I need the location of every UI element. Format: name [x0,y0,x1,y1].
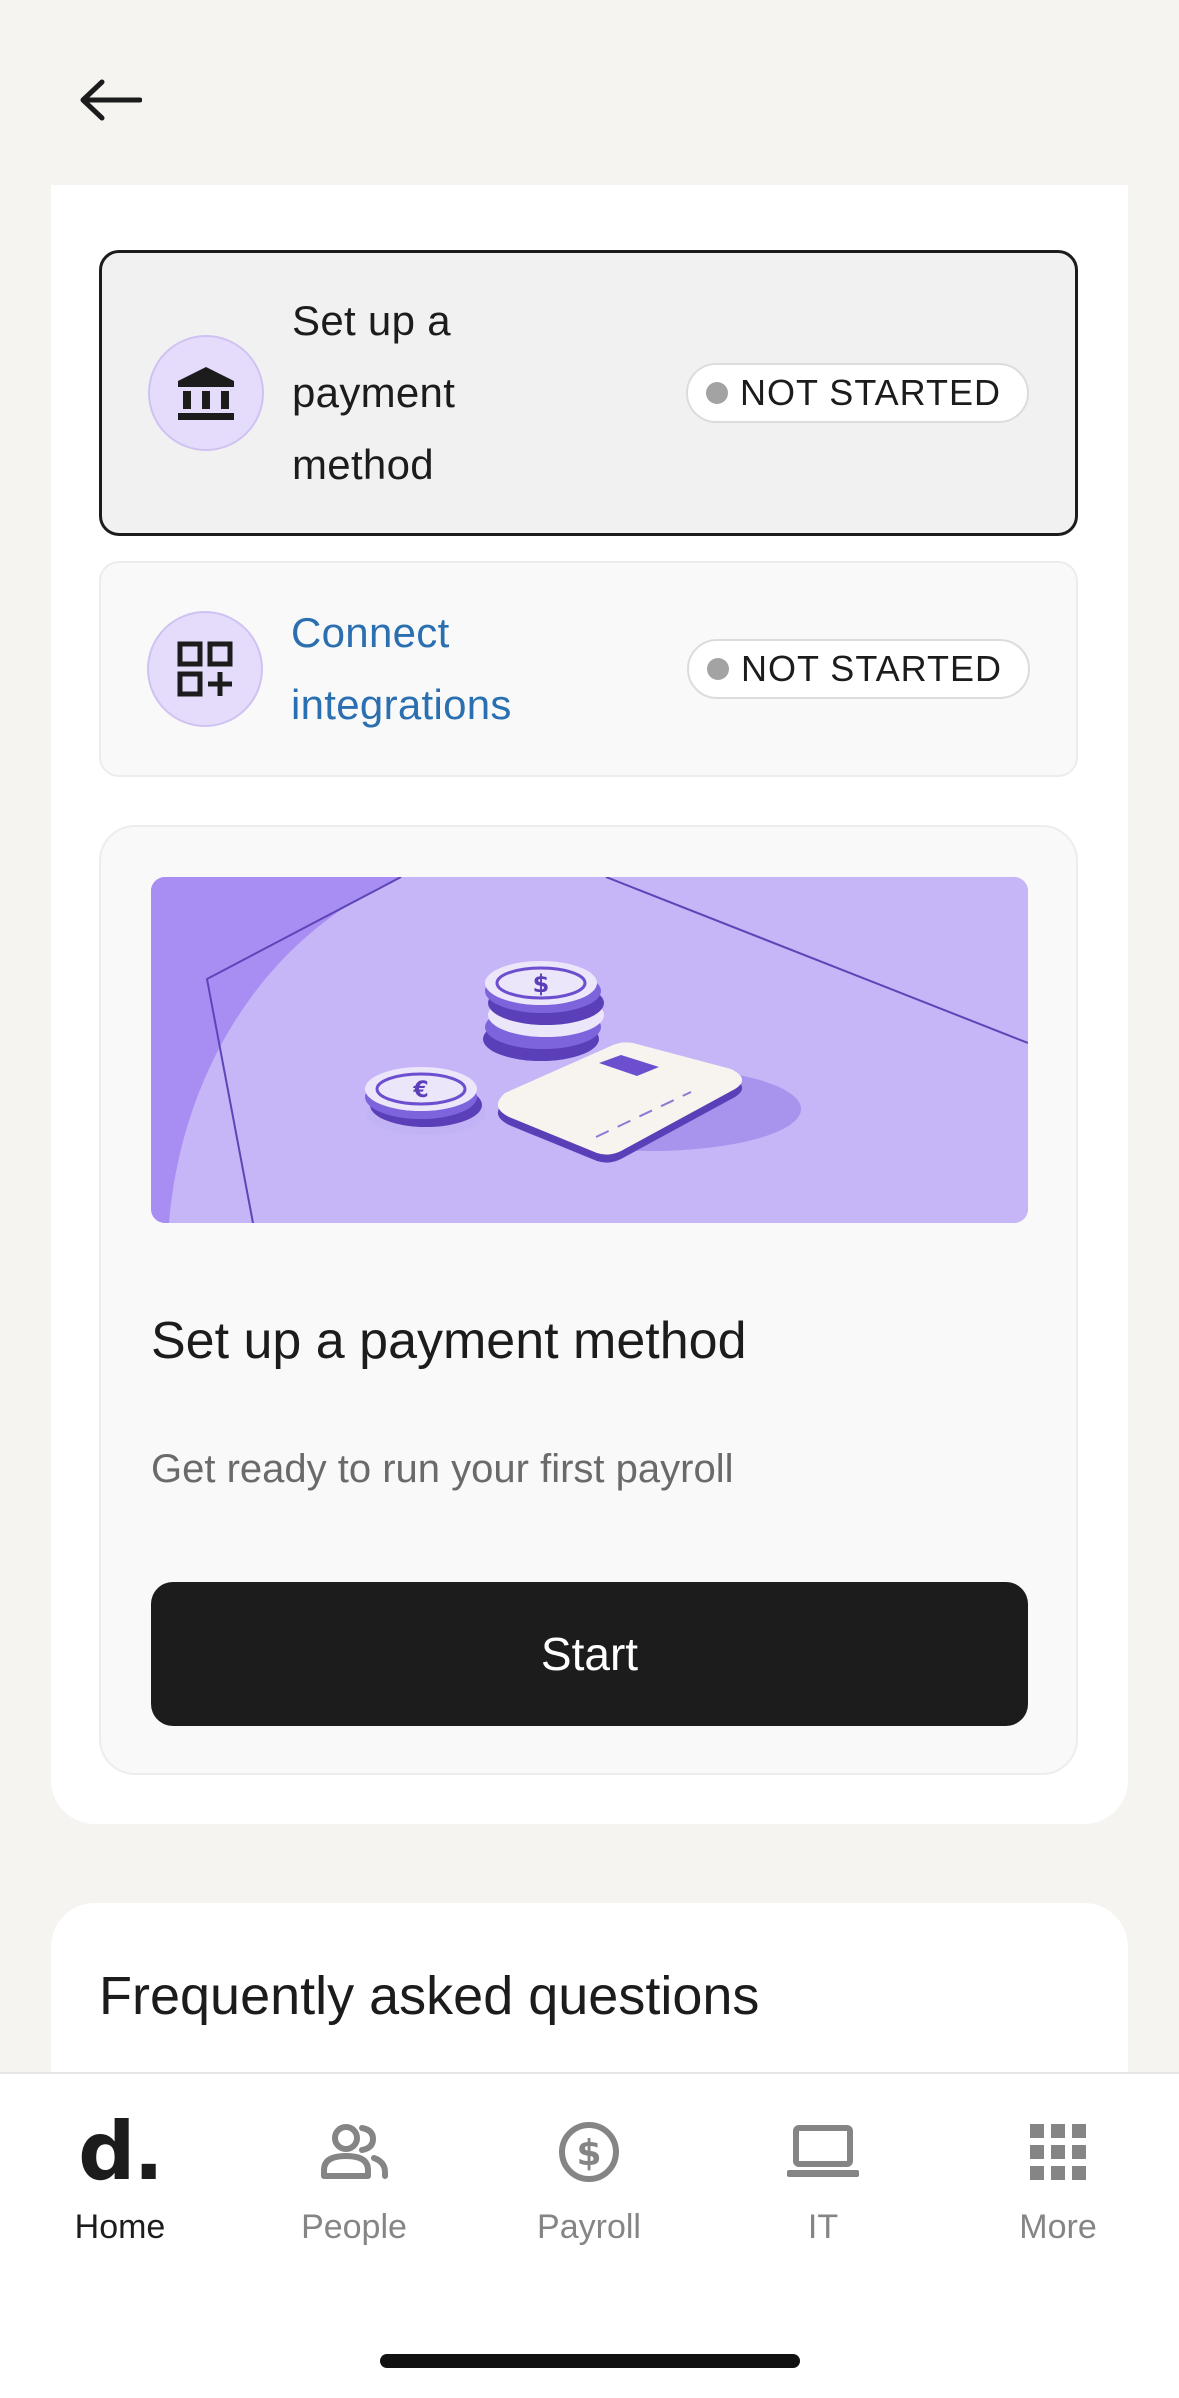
people-icon [254,2116,454,2188]
arrow-left-icon [80,79,142,121]
status-dot [706,658,729,680]
status-text: NOT STARTED [740,648,1002,689]
deel-logo-text: d. [78,2105,164,2198]
task-row-connect-integrations[interactable]: Connect integrations NOT STARTED [99,561,1078,777]
apps-add-icon [147,611,263,727]
tab-payroll[interactable]: $ Payroll [489,2074,689,2274]
tab-people[interactable]: People [254,2074,454,2274]
task-label: Set up a payment method [292,297,456,488]
task-label: Connect integrations [291,609,512,728]
start-button[interactable]: Start [151,1582,1028,1726]
bank-icon [148,335,264,451]
svg-text:€: € [412,1078,428,1103]
svg-text:$: $ [576,2133,601,2174]
deel-logo-icon: d. [20,2112,220,2192]
tab-more[interactable]: More [958,2074,1158,2274]
status-text: NOT STARTED [739,372,1001,413]
setup-checklist-card: Set up a payment method NOT STARTED Conn… [51,80,1128,1824]
dollar-circle-icon: $ [489,2116,689,2188]
status-badge: NOT STARTED [685,363,1029,423]
feature-subtitle: Get ready to run your first payroll [151,1447,734,1491]
tab-label: People [301,2208,407,2246]
tab-home[interactable]: d. Home [20,2074,220,2274]
bottom-tab-bar: d. Home People $ Payroll IT More [0,2072,1179,2398]
tab-it[interactable]: IT [723,2074,923,2274]
task-row-payment-method[interactable]: Set up a payment method NOT STARTED [99,250,1078,536]
payment-method-feature-card: € $ Set up a payment method Get ready to… [99,825,1078,1775]
feature-title: Set up a payment method [151,1312,747,1370]
tab-label: Payroll [537,2208,641,2246]
faq-title: Frequently asked questions [99,1966,760,2026]
svg-text:$: $ [533,970,550,998]
tab-label: IT [807,2208,839,2246]
coins-and-card-illustration: € $ [151,877,1028,1223]
back-button[interactable] [62,60,158,140]
status-badge: NOT STARTED [686,639,1030,699]
home-indicator [380,2354,800,2368]
status-dot [705,382,728,404]
top-bar [0,0,1179,185]
tab-label: More [1019,2208,1097,2246]
grid-icon [958,2116,1158,2188]
tab-label: Home [74,2208,166,2246]
laptop-icon [723,2116,923,2188]
